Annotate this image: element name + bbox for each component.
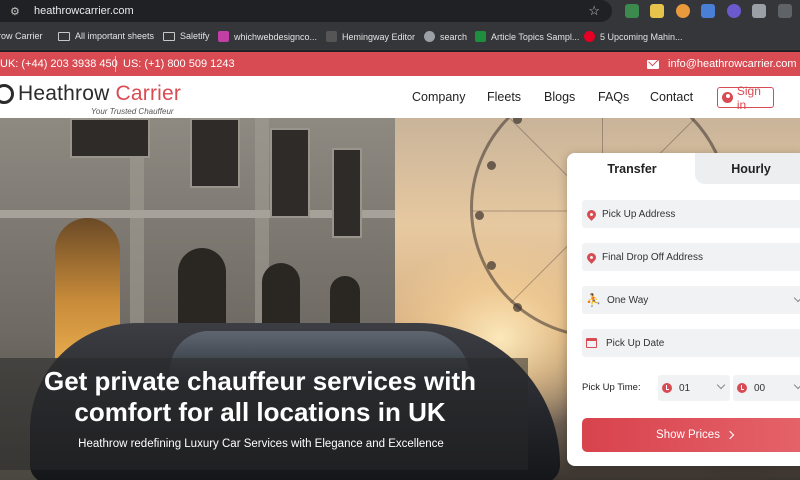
bookmark-label: 5 Upcoming Mahin... bbox=[600, 31, 683, 42]
contact-bar: UK: (+44) 203 3938 450 US: (+1) 800 509 … bbox=[0, 52, 800, 76]
extension-purple-icon[interactable] bbox=[727, 4, 741, 18]
nav-company[interactable]: Company bbox=[412, 90, 466, 104]
pinterest-favicon-icon bbox=[584, 31, 595, 42]
show-prices-button[interactable]: Show Prices bbox=[582, 418, 800, 452]
site-header: Heathrow Carrier Your Trusted Chauffeur … bbox=[0, 76, 800, 118]
hero-title-line: comfort for all locations in UK bbox=[74, 397, 446, 427]
whichweb-favicon-icon bbox=[218, 31, 229, 42]
nav-fleets[interactable]: Fleets bbox=[487, 90, 521, 104]
bookmark-label: All important sheets bbox=[75, 31, 155, 41]
nav-contact[interactable]: Contact bbox=[650, 90, 693, 104]
bookmark-label: Hemingway Editor bbox=[342, 31, 416, 42]
email-link[interactable]: info@heathrowcarrier.com bbox=[668, 58, 797, 70]
pickup-time-label: Pick Up Time: bbox=[582, 382, 641, 393]
logo[interactable]: Heathrow Carrier bbox=[18, 82, 181, 106]
mail-icon bbox=[647, 60, 659, 69]
bookmark-label: search bbox=[440, 31, 468, 42]
hour-select[interactable]: 01 bbox=[658, 375, 730, 401]
trip-type-value: One Way bbox=[606, 294, 649, 306]
extension-gray-icon[interactable] bbox=[752, 4, 766, 18]
dropoff-placeholder: Final Drop Off Address bbox=[602, 251, 703, 263]
bookmarks-bar: row Carrier All important sheets Saletif… bbox=[0, 24, 800, 50]
url-text[interactable]: heathrowcarrier.com bbox=[34, 5, 134, 17]
minute-value: 00 bbox=[754, 382, 766, 394]
nav-faqs[interactable]: FAQs bbox=[598, 90, 629, 104]
bookmark-star-icon[interactable]: ☆ bbox=[588, 3, 600, 19]
globe-icon bbox=[424, 31, 435, 42]
bookmark-label: Saletify bbox=[180, 31, 210, 41]
bookmark-label: whichwebdesignco... bbox=[234, 31, 318, 42]
location-pin-icon bbox=[585, 207, 598, 221]
nav-blogs[interactable]: Blogs bbox=[544, 90, 575, 104]
user-icon bbox=[722, 92, 733, 103]
site-info-icon[interactable]: ⚙ bbox=[10, 5, 24, 18]
signin-button[interactable]: Sign in bbox=[717, 84, 774, 112]
date-placeholder: Pick Up Date bbox=[606, 337, 665, 349]
pickup-address-input[interactable]: Pick Up Address bbox=[582, 200, 800, 228]
bookmark-item[interactable]: 5 Upcoming Mahin... bbox=[584, 31, 683, 42]
sheets-favicon-icon bbox=[475, 31, 486, 42]
bookmark-item[interactable]: Hemingway Editor bbox=[326, 31, 415, 42]
hero-title-line: Get private chauffeur services with bbox=[43, 366, 477, 396]
bookmark-item[interactable]: All important sheets bbox=[58, 31, 154, 41]
bookmark-item[interactable]: whichwebdesignco... bbox=[218, 31, 317, 42]
logo-ring-icon bbox=[0, 84, 14, 104]
chevron-down-icon bbox=[716, 380, 726, 390]
trip-type-select[interactable]: ⛹ One Way bbox=[582, 286, 800, 314]
logo-accent-text: Carrier bbox=[115, 82, 182, 105]
address-bar[interactable]: ⚙ heathrowcarrier.com ☆ bbox=[0, 0, 612, 22]
divider bbox=[115, 56, 116, 72]
minute-select[interactable]: 00 bbox=[733, 375, 800, 401]
logo-tagline: Your Trusted Chauffeur bbox=[91, 107, 174, 116]
calendar-icon bbox=[586, 338, 597, 348]
bookmark-item[interactable]: Article Topics Sampl... bbox=[475, 31, 579, 42]
clock-icon bbox=[662, 383, 672, 393]
clock-icon bbox=[737, 383, 747, 393]
folder-icon bbox=[58, 31, 70, 41]
signin-label: Sign in bbox=[736, 83, 761, 112]
pickup-placeholder: Pick Up Address bbox=[602, 208, 676, 220]
tab-hourly[interactable]: Hourly bbox=[695, 153, 800, 184]
hero-subtitle: Heathrow redefining Luxury Car Services … bbox=[78, 438, 444, 450]
show-prices-label: Show Prices bbox=[656, 429, 720, 441]
location-pin-icon bbox=[585, 250, 598, 264]
hour-value: 01 bbox=[679, 382, 691, 394]
person-icon: ⛹ bbox=[586, 293, 601, 307]
extension-dark-icon[interactable] bbox=[778, 4, 792, 18]
booking-form: Transfer Hourly Pick Up Address Final Dr… bbox=[567, 153, 800, 466]
chevron-down-icon bbox=[793, 380, 800, 390]
pickup-date-input[interactable]: Pick Up Date bbox=[582, 329, 800, 357]
extension-green-icon[interactable] bbox=[625, 4, 639, 18]
chevron-right-icon bbox=[725, 430, 735, 440]
bookmark-item[interactable]: search bbox=[424, 31, 467, 42]
chevron-down-icon bbox=[793, 293, 800, 303]
extension-blue-icon[interactable] bbox=[701, 4, 715, 18]
bookmark-item[interactable]: row Carrier bbox=[0, 31, 43, 41]
hero-title: Get private chauffeur services with comf… bbox=[0, 366, 520, 428]
dropoff-address-input[interactable]: Final Drop Off Address bbox=[582, 243, 800, 271]
uk-phone-link[interactable]: UK: (+44) 203 3938 450 bbox=[0, 58, 118, 70]
extension-orange-icon[interactable] bbox=[676, 4, 690, 18]
us-phone-link[interactable]: US: (+1) 800 509 1243 bbox=[123, 58, 235, 70]
tab-transfer[interactable]: Transfer bbox=[567, 153, 697, 184]
browser-toolbar: ⚙ heathrowcarrier.com ☆ bbox=[0, 0, 800, 24]
extension-yellow-icon[interactable] bbox=[650, 4, 664, 18]
logo-main-text: Heathrow bbox=[18, 82, 110, 105]
bookmark-item[interactable]: Saletify bbox=[163, 31, 210, 41]
bookmark-label: row Carrier bbox=[0, 31, 43, 41]
hemingway-favicon-icon bbox=[326, 31, 337, 42]
bookmark-label: Article Topics Sampl... bbox=[491, 31, 580, 42]
folder-icon bbox=[163, 31, 175, 41]
